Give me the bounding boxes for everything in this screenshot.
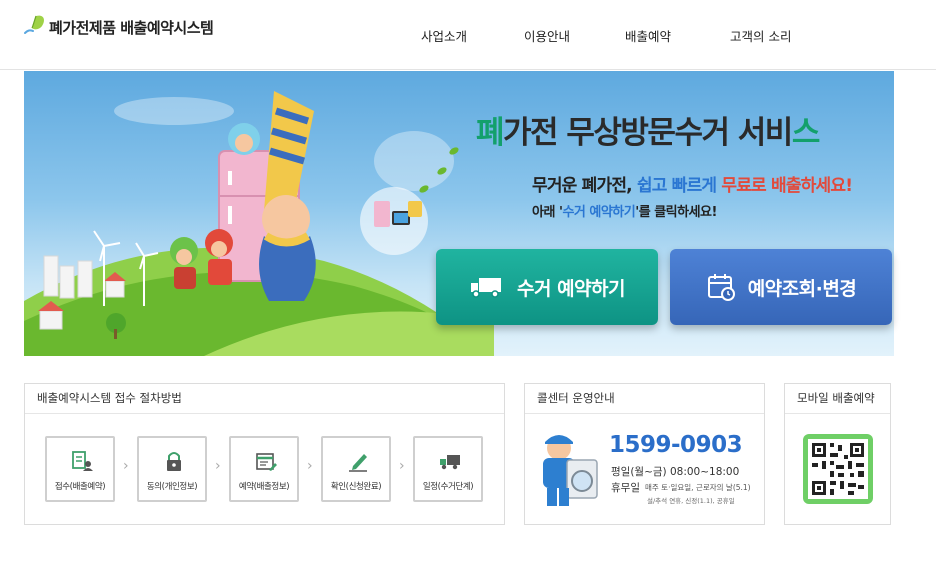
callcenter-holiday-detail-2: 설/추석 연휴, 신정(1.1), 공휴일 — [647, 497, 735, 505]
process-step: 접수(배출예약) — [45, 436, 115, 502]
process-step-label: 접수(배출예약) — [54, 482, 106, 492]
pencil-icon — [349, 454, 367, 472]
reserve-pickup-label: 수거 예약하기 — [517, 277, 626, 300]
hero-banner: 폐가전 무상방문수거 서비스 무거운 폐가전, 쉽고 빠르게 무료로 배출하세요… — [0, 71, 936, 356]
calendar-edit-icon — [256, 453, 277, 471]
chevron-right-icon: › — [123, 458, 129, 474]
qr-code-frame[interactable] — [803, 434, 873, 504]
qr-code-icon — [808, 439, 868, 499]
process-step-label: 동의(개인정보) — [146, 482, 198, 492]
process-panel: 배출예약시스템 접수 절차방법 접수(배출예약) › 동의(개인정보) › 예약… — [24, 383, 505, 525]
mobile-panel-title: 모바일 배출예약 — [785, 384, 890, 414]
callcenter-holiday-label: 휴무일 — [611, 482, 640, 494]
callcenter-panel: 콜센터 운영안내 1599-0903 평일(월~금) 08:00~18:00 휴… — [524, 383, 765, 525]
process-step: 확인(신청완료) — [321, 436, 391, 502]
hero-title: 폐가전 무상방문수거 서비스 — [476, 115, 820, 151]
nav-item-guide[interactable]: 이용안내 — [524, 26, 570, 45]
callcenter-holiday-detail: 매주 토·일요일, 근로자의 날(5.1) — [645, 483, 751, 492]
truck-icon — [471, 278, 501, 298]
nav-item-voice[interactable]: 고객의 소리 — [730, 26, 791, 45]
process-step-label: 일정(수거단계) — [422, 482, 474, 492]
process-step-label: 확인(신청완료) — [330, 482, 382, 492]
chevron-right-icon: › — [215, 458, 221, 474]
callcenter-phone[interactable]: 1599-0903 — [609, 432, 743, 458]
mobile-panel: 모바일 배출예약 — [784, 383, 891, 525]
callcenter-panel-title: 콜센터 운영안내 — [525, 384, 764, 414]
process-step-label: 예약(배출정보) — [238, 482, 290, 492]
process-panel-title: 배출예약시스템 접수 절차방법 — [25, 384, 504, 414]
process-step: 일정(수거단계) — [413, 436, 483, 502]
hero-illustration — [24, 91, 494, 356]
lock-icon — [167, 452, 181, 471]
document-user-icon — [72, 451, 93, 471]
calendar-icon — [707, 274, 735, 301]
hero-subtitle: 무거운 폐가전, 쉽고 빠르게 무료로 배출하세요! — [532, 176, 853, 196]
nav-item-reservation[interactable]: 배출예약 — [625, 26, 671, 45]
reserve-pickup-button[interactable]: 수거 예약하기 — [436, 249, 658, 325]
reservation-check-label: 예약조회·변경 — [747, 277, 857, 300]
nav-item-about[interactable]: 사업소개 — [421, 26, 467, 45]
process-step: 동의(개인정보) — [137, 436, 207, 502]
hero-instruction: 아래 '수거 예약하기'를 클릭하세요! — [532, 205, 717, 220]
truck-icon — [440, 455, 460, 470]
callcenter-weekday-hours: 평일(월~금) 08:00~18:00 — [611, 466, 740, 478]
process-step: 예약(배출정보) — [229, 436, 299, 502]
delivery-man-icon — [543, 435, 598, 506]
reservation-check-button[interactable]: 예약조회·변경 — [670, 249, 892, 325]
chevron-right-icon: › — [399, 458, 405, 474]
site-header: 폐가전제품 배출예약시스템 사업소개 이용안내 배출예약 고객의 소리 — [0, 0, 936, 70]
main-nav: 사업소개 이용안내 배출예약 고객의 소리 — [0, 26, 936, 46]
chevron-right-icon: › — [307, 458, 313, 474]
